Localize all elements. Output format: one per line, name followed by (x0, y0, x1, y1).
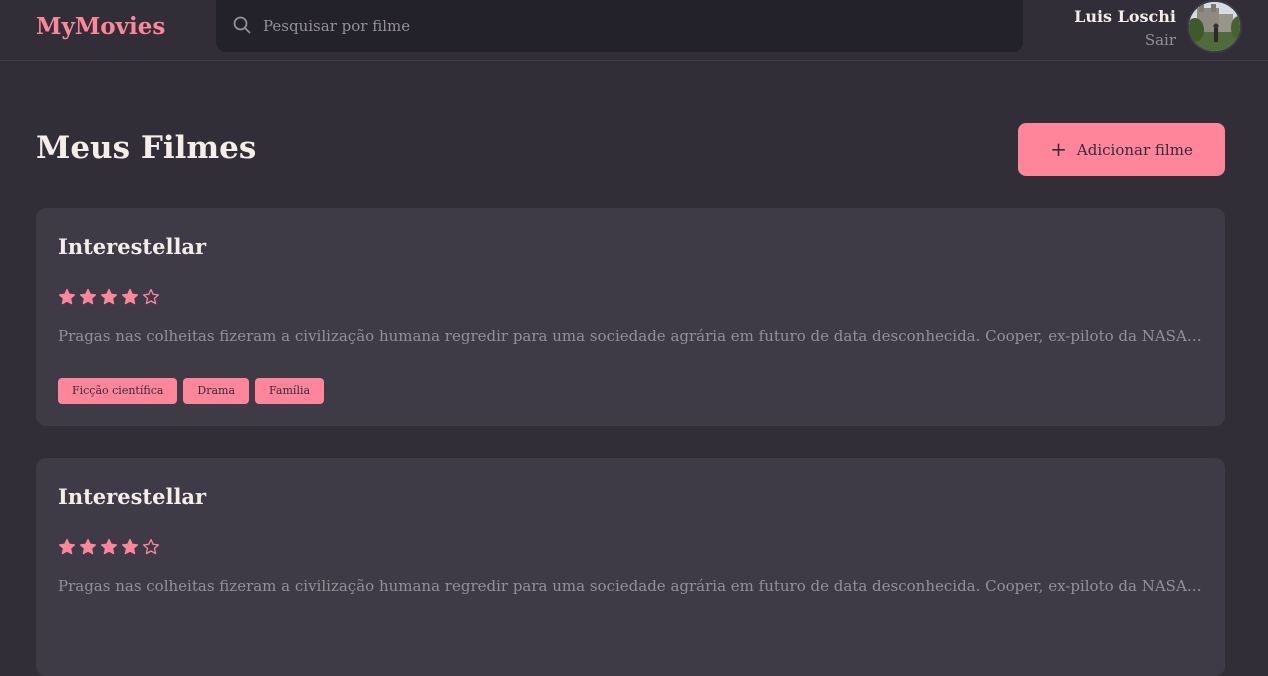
tag-list: Ficção científica Drama Família (58, 378, 325, 404)
user-name: Luis Loschi (1074, 7, 1176, 26)
app-logo[interactable]: MyMovies (36, 13, 165, 40)
star-filled-icon (79, 288, 97, 305)
star-filled-icon (121, 538, 139, 555)
star-rating (58, 288, 160, 306)
star-filled-icon (121, 288, 139, 305)
tag: Ficção científica (58, 378, 178, 404)
avatar[interactable] (1187, 0, 1242, 53)
add-movie-label: Adicionar filme (1076, 140, 1193, 159)
star-rating (58, 538, 160, 556)
tag: Drama (183, 378, 250, 404)
search-icon (233, 16, 251, 34)
star-empty-icon (142, 288, 160, 305)
search-input[interactable] (263, 0, 1003, 52)
plus-icon: + (1050, 136, 1067, 161)
page-title: Meus Filmes (36, 130, 257, 166)
tag: Família (255, 378, 325, 404)
star-filled-icon (58, 288, 76, 305)
add-movie-button[interactable]: + Adicionar filme (1018, 123, 1225, 176)
logout-link[interactable]: Sair (1145, 31, 1176, 49)
movie-description: Pragas nas colheitas fizeram a civilizaç… (58, 577, 1203, 595)
star-filled-icon (100, 288, 118, 305)
movie-title: Interestellar (58, 484, 207, 509)
star-filled-icon (100, 538, 118, 555)
star-empty-icon (142, 538, 160, 555)
search-bar[interactable] (216, 0, 1023, 52)
avatar-photo (1189, 2, 1240, 51)
app-header: MyMovies Luis Loschi Sair (0, 0, 1268, 61)
star-filled-icon (79, 538, 97, 555)
movie-description: Pragas nas colheitas fizeram a civilizaç… (58, 327, 1203, 345)
movie-card[interactable]: Interestellar Pragas nas colheitas fizer… (36, 458, 1225, 676)
star-filled-icon (58, 538, 76, 555)
movie-card[interactable]: Interestellar Pragas nas colheitas fizer… (36, 208, 1225, 426)
movie-title: Interestellar (58, 234, 207, 259)
